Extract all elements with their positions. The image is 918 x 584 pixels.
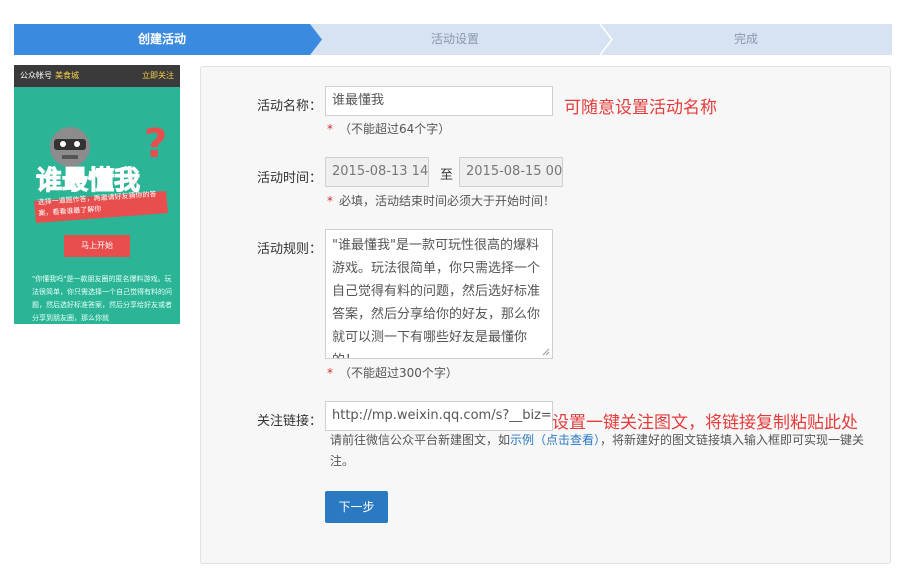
activity-name-label: 活动名称： [256,99,322,114]
resize-grip-icon[interactable] [542,348,550,356]
required-star: * [327,122,333,136]
activity-preview: 公众帐号 美食城 立即关注 ? 谁最懂我 选择一道题作答，再邀请好友猜你的答案，看… [14,65,180,324]
activity-time-label: 活动时间： [256,171,322,186]
end-time-input[interactable]: 2015-08-15 00 [459,157,563,187]
activity-rules-label: 活动规则： [256,242,322,257]
step-separator-icon [600,24,613,55]
step-progress-bar: 创建活动 活动设置 完成 [14,24,892,55]
step-separator-icon [310,24,322,55]
hint-text: （不能超过64个字） [339,122,451,136]
required-star: * [327,194,333,208]
activity-rules-hint: * （不能超过300个字） [327,364,458,381]
preview-header: 公众帐号 美食城 立即关注 [14,65,180,87]
step-label: 活动设置 [430,32,479,46]
time-separator: 至 [440,168,454,183]
account-name: 美食城 [55,71,79,80]
follow-link-label: 关注链接： [256,414,322,429]
step-finish: 完成 [600,24,892,55]
preview-start-button[interactable]: 马上开始 [64,235,130,257]
activity-name-note: 可随意设置活动名称 [564,98,717,118]
example-link[interactable]: 示例 [510,433,534,447]
hint-text: 必填，活动结束时间必须大于开始时间！ [339,194,556,208]
start-time-input[interactable]: 2015-08-13 14 [325,157,429,187]
hint-text: （不能超过300个字） [339,366,458,380]
follow-link-description: 请前往微信公众平台新建图文，如示例（点击查看），将新建好的图文链接填入输入框即可… [330,430,870,472]
desc-text: 请前往微信公众平台新建图文，如 [330,433,511,447]
follow-link-input[interactable]: http://mp.weixin.qq.com/s?__biz=M [325,401,553,431]
activity-name-input[interactable]: 谁最懂我 [325,86,553,116]
follow-link[interactable]: 立即关注 [142,65,174,87]
required-star: * [327,366,333,380]
activity-time-hint: * 必填，活动结束时间必须大于开始时间！ [327,192,555,209]
view-example-link[interactable]: （点击查看） [534,433,600,447]
step-label: 完成 [733,32,758,46]
account-label: 公众帐号 [20,71,52,80]
step-activity-settings: 活动设置 [310,24,600,55]
activity-rules-textarea[interactable]: "谁最懂我"是一款可玩性很高的爆料游戏。玩法很简单，你只需选择一个自己觉得有料的… [325,229,553,359]
step-create-activity: 创建活动 [14,24,310,55]
rules-text: "谁最懂我"是一款可玩性很高的爆料游戏。玩法很简单，你只需选择一个自己觉得有料的… [332,238,541,358]
next-step-button[interactable]: 下一步 [325,491,388,523]
activity-name-hint: * （不能超过64个字） [327,120,450,137]
step-label: 创建活动 [137,32,186,46]
preview-description: "你懂我吗"是一款朋友圈的匿名爆料游戏。玩法很简单，你只需选择一个自己觉得有料的… [32,275,172,322]
svg-text:?: ? [144,121,167,167]
